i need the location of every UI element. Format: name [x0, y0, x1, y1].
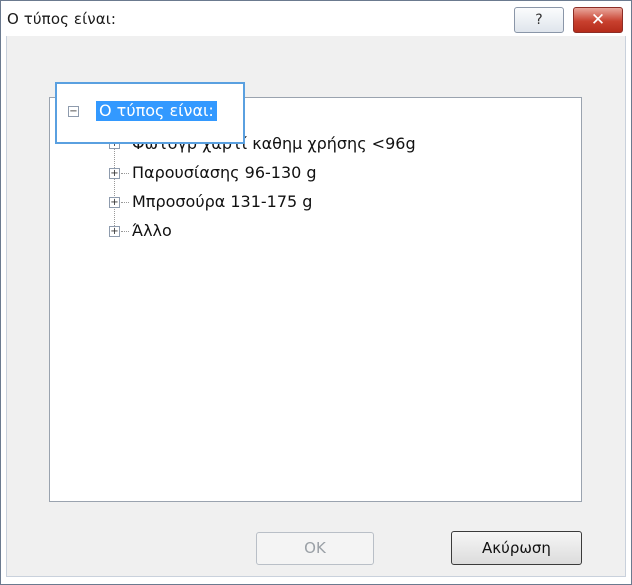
tree-connector	[121, 173, 129, 174]
tree-connector	[121, 231, 129, 232]
ok-button[interactable]: OK	[256, 532, 374, 565]
paper-type-tree[interactable]	[49, 97, 582, 502]
tree-item-label: Παρουσίασης 96-130 g	[132, 163, 317, 182]
window-title: Ο τύπος είναι:	[7, 10, 117, 28]
expand-icon[interactable]: +	[109, 226, 120, 237]
expand-icon[interactable]: +	[109, 168, 120, 179]
help-icon: ?	[535, 12, 543, 28]
close-button[interactable]: ✕	[573, 7, 623, 33]
cancel-button[interactable]: Ακύρωση	[451, 531, 582, 565]
tree-connector	[121, 202, 129, 203]
tree-item-label: Μπροσούρα 131-175 g	[132, 192, 313, 211]
close-icon: ✕	[590, 10, 606, 30]
help-button[interactable]: ?	[514, 7, 564, 33]
tree-item-label: Άλλο	[132, 221, 172, 240]
title-bar: Ο τύπος είναι: ? ✕	[1, 1, 631, 37]
collapse-icon[interactable]: −	[68, 106, 79, 117]
tree-root-label[interactable]: Ο τύπος είναι:	[96, 101, 217, 121]
expand-icon[interactable]: +	[109, 197, 120, 208]
